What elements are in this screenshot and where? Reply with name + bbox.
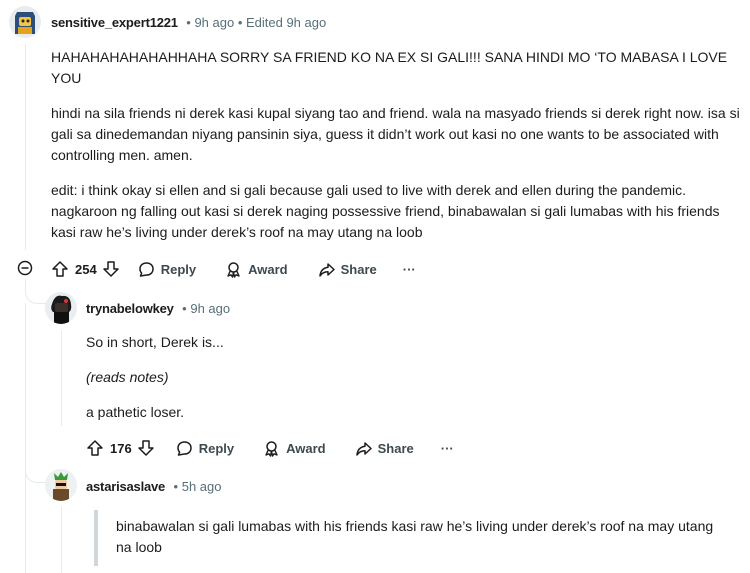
comment-paragraph: a pathetic loser. — [86, 404, 185, 420]
username[interactable]: sensitive_expert1221 — [51, 15, 178, 30]
user-avatar-icon — [45, 469, 77, 501]
award-label: Award — [286, 440, 326, 456]
timestamp: • 9h ago • Edited 9h ago — [186, 15, 327, 30]
downvote-arrow-icon — [102, 261, 119, 277]
comment-paragraph: hindi na sila friends ni derek kasi kupa… — [51, 105, 740, 163]
award-label: Award — [248, 261, 288, 277]
collapse-button[interactable] — [17, 260, 33, 276]
avatar[interactable] — [45, 469, 77, 501]
thread-line[interactable] — [25, 303, 26, 573]
downvote-arrow-icon — [137, 440, 154, 456]
share-label: Share — [340, 261, 377, 277]
reply-button[interactable]: Reply — [138, 261, 196, 278]
comment-body: So in short, Derek is... (reads notes) a… — [86, 332, 726, 423]
upvote-button[interactable] — [86, 439, 104, 457]
timestamp: • 5h ago — [173, 479, 222, 494]
reply-button[interactable]: Reply — [176, 440, 234, 457]
thread-line[interactable] — [61, 506, 62, 573]
comment-header: astarisaslave • 5h ago — [86, 478, 221, 496]
avatar[interactable] — [9, 6, 41, 38]
share-arrow-icon — [355, 441, 372, 456]
more-options-icon: ··· — [402, 261, 416, 277]
user-avatar-icon — [9, 6, 41, 38]
more-options-button[interactable]: ··· — [441, 441, 454, 456]
downvote-button[interactable] — [137, 439, 155, 457]
action-bar: 254 Reply Award Share ··· — [51, 259, 416, 279]
blockquote-bar — [94, 510, 98, 566]
award-icon — [227, 261, 240, 278]
award-button[interactable]: Award — [225, 261, 288, 278]
award-icon — [265, 440, 278, 457]
username[interactable]: astarisaslave — [86, 479, 165, 494]
reply-label: Reply — [160, 261, 197, 277]
comment-body: HAHAHAHAHAHAHHAHA SORRY SA FRIEND KO NA … — [51, 47, 741, 243]
chat-bubble-icon — [176, 440, 192, 456]
comment-header: sensitive_expert1221 • 9h ago • Edited 9… — [51, 14, 326, 32]
thread-line[interactable] — [25, 44, 26, 250]
upvote-arrow-icon — [52, 261, 68, 277]
reply-label: Reply — [198, 440, 235, 456]
share-arrow-icon — [318, 262, 335, 277]
thread-connector — [25, 458, 46, 483]
chat-bubble-icon — [138, 261, 154, 277]
thread-line[interactable] — [61, 330, 62, 426]
comment-header: trynabelowkey • 9h ago — [86, 300, 230, 318]
upvote-button[interactable] — [51, 260, 69, 278]
comment-paragraph: (reads notes) — [86, 369, 169, 385]
downvote-button[interactable] — [102, 260, 120, 278]
action-bar: 176 Reply Award Share ··· — [86, 438, 454, 458]
comment-paragraph: HAHAHAHAHAHAHHAHA SORRY SA FRIEND KO NA … — [51, 49, 728, 86]
comment-paragraph: So in short, Derek is... — [86, 334, 224, 350]
thread-connector — [25, 279, 46, 304]
username[interactable]: trynabelowkey — [86, 301, 174, 316]
user-avatar-icon — [45, 292, 77, 324]
share-button[interactable]: Share — [355, 440, 414, 457]
vote-count: 254 — [75, 261, 97, 277]
collapse-icon — [17, 260, 33, 276]
upvote-arrow-icon — [87, 440, 103, 456]
comment-paragraph: edit: i think okay si ellen and si gali … — [51, 182, 720, 240]
more-options-button[interactable]: ··· — [403, 262, 416, 277]
timestamp: • 9h ago — [182, 301, 231, 316]
share-button[interactable]: Share — [318, 261, 377, 278]
award-button[interactable]: Award — [263, 440, 326, 457]
more-options-icon: ··· — [440, 440, 454, 456]
avatar[interactable] — [45, 292, 77, 324]
share-label: Share — [377, 440, 414, 456]
blockquote-text: binabawalan si gali lumabas with his fri… — [116, 518, 714, 555]
vote-count: 176 — [110, 440, 132, 456]
